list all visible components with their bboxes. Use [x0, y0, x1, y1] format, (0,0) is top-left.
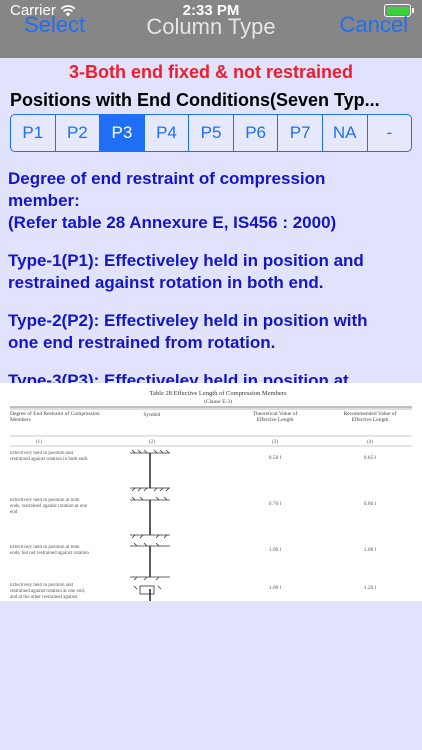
type2-line-2: one end restrained from rotation.: [8, 333, 276, 352]
table-clause: (Clause E-3): [204, 398, 232, 405]
description-scroll-view[interactable]: Degree of end restraint of compression m…: [0, 164, 422, 386]
row-1-recommended: 0.65 l: [364, 455, 377, 461]
col-number-4: (4): [367, 440, 373, 445]
row-3-recommended: 1.00 l: [364, 547, 377, 553]
type1-line-1: Type-1(P1): Effectiveley held in positio…: [8, 251, 364, 270]
row-2-recommended: 0.80 l: [364, 501, 377, 507]
segment-p4[interactable]: P4: [145, 115, 190, 151]
col-number-2: (2): [149, 440, 155, 445]
positions-heading: Positions with End Conditions(Seven Typ.…: [10, 90, 380, 110]
header-degree: Degree of End Restraint of Compression M…: [10, 411, 100, 423]
type2-line-1: Type-2(P2): Effectiveley held in positio…: [8, 311, 368, 330]
row-1-theoretical: 0.50 l: [269, 455, 282, 461]
type1-line-2: restrained against rotation in both end.: [8, 273, 324, 292]
intro-line-3: (Refer table 28 Annexure E, IS456 : 2000…: [8, 213, 337, 232]
col-number-1: (1): [36, 440, 42, 445]
col-number-3: (3): [272, 440, 278, 445]
fixed-fixed-symbol-icon: [130, 449, 170, 492]
hinged-hinged-symbol-icon: [130, 542, 170, 581]
row-1-desc: Effectively held in position and restrai…: [10, 451, 88, 462]
position-segmented-control: P1 P2 P3 P4 P5 P6 P7 NA -: [10, 114, 412, 152]
header-recommended: Recommended Value of Effective Length: [343, 411, 397, 423]
segment-p1[interactable]: P1: [11, 115, 56, 151]
fixed-hinged-symbol-icon: [130, 496, 170, 539]
segment-p6[interactable]: P6: [234, 115, 279, 151]
navigation-bar: Carrier 2:33 PM Select Column Type Cance…: [0, 0, 422, 58]
row-3-theoretical: 1.00 l: [269, 547, 282, 553]
end-condition-subtitle: 3-Both end fixed & not restrained: [68, 62, 354, 82]
fixed-free-symbol-icon: [133, 585, 162, 601]
effective-length-table-image: Table 28 Effective Length of Compression…: [0, 383, 422, 601]
segment-none[interactable]: -: [368, 115, 412, 151]
header-theoretical: Theoretical Value of Effective Length: [252, 411, 298, 423]
intro-line-1: Degree of end restraint of compression: [8, 169, 326, 188]
segment-na[interactable]: NA: [323, 115, 368, 151]
segment-p2[interactable]: P2: [56, 115, 101, 151]
row-4-recommended: 1.20 l: [364, 585, 377, 591]
segment-p5[interactable]: P5: [189, 115, 234, 151]
row-4-desc: Effectively held in position and restrai…: [10, 583, 85, 600]
row-2-theoretical: 0.70 l: [269, 501, 282, 507]
segment-p7[interactable]: P7: [278, 115, 323, 151]
row-4-theoretical: 1.00 l: [269, 585, 282, 591]
intro-line-2: member:: [8, 191, 80, 210]
row-3-desc: Effectively held in position at both end…: [10, 545, 89, 556]
row-2-desc: Effectively held in position at both end…: [10, 498, 87, 515]
cancel-button[interactable]: Cancel: [340, 12, 408, 38]
table-title: Table 28 Effective Length of Compression…: [150, 390, 287, 397]
segment-p3[interactable]: P3: [100, 115, 145, 151]
header-symbol: Symbol: [143, 412, 161, 418]
